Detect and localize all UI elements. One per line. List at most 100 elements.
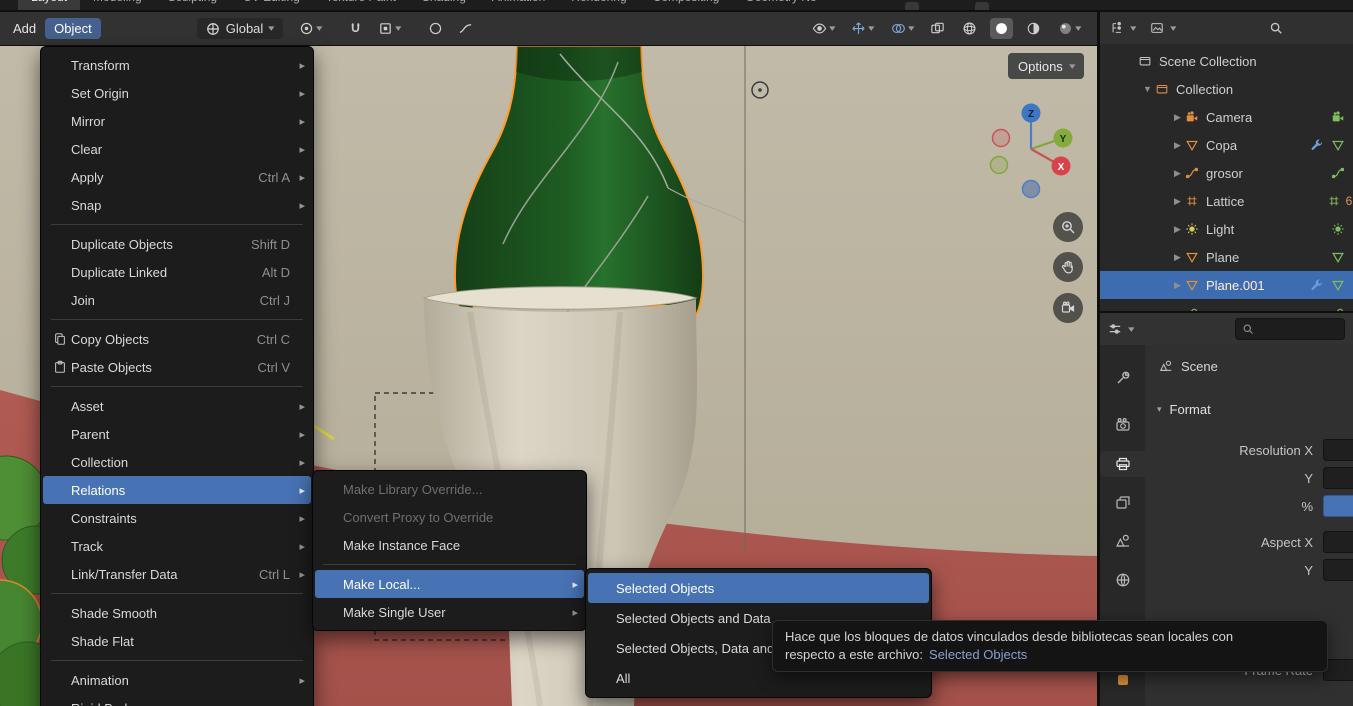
workspace-tab-shading[interactable]: Shading: [409, 0, 479, 10]
menu-item-make-single-user[interactable]: Make Single User ▸: [313, 598, 586, 626]
disclosure-right-icon[interactable]: ▶: [1170, 196, 1185, 207]
workspace-tab-modeling[interactable]: Modeling: [80, 0, 155, 10]
properties-tab-tool[interactable]: [1100, 365, 1145, 391]
lattice-icon[interactable]: [1327, 194, 1341, 208]
outliner-row-collection[interactable]: ▼ Collection: [1100, 75, 1353, 103]
magnet-button[interactable]: [344, 18, 367, 39]
object-menu-button[interactable]: Object: [45, 18, 101, 39]
menu-item-relations[interactable]: Relations ▸: [43, 476, 311, 504]
value-field[interactable]: [1323, 495, 1353, 517]
disclosure-right-icon[interactable]: ▶: [1170, 140, 1185, 151]
value-field[interactable]: [1323, 439, 1353, 461]
mesh-icon[interactable]: [1331, 278, 1345, 292]
menu-item-duplicate-linked[interactable]: Duplicate Linked Alt D: [41, 258, 313, 286]
workspace-tab-compositing[interactable]: Compositing: [640, 0, 733, 10]
value-field[interactable]: [1323, 531, 1353, 553]
axis-minus-x[interactable]: [991, 128, 1011, 148]
menu-item-mirror[interactable]: Mirror ▸: [41, 107, 313, 135]
menu-item-shade-smooth[interactable]: Shade Smooth: [41, 599, 313, 627]
workspace-tab-texture-paint[interactable]: Texture Paint: [313, 0, 409, 10]
workspace-tab-layout[interactable]: Layout: [18, 0, 81, 10]
outliner-row-lattice[interactable]: ▶ Lattice 62: [1100, 187, 1353, 215]
outliner-row-plane[interactable]: ▶ Plane: [1100, 243, 1353, 271]
properties-tab-world[interactable]: [1100, 567, 1145, 593]
menu-item-join[interactable]: Join Ctrl J: [41, 286, 313, 314]
disclosure-right-icon[interactable]: ▶: [1170, 168, 1185, 179]
menu-item-constraints[interactable]: Constraints ▸: [41, 504, 313, 532]
workspace-tab-sculpting[interactable]: Sculpting: [155, 0, 230, 10]
sphere-material-button[interactable]: [1022, 18, 1045, 39]
properties-search-input[interactable]: [1235, 318, 1345, 340]
menu-item-animation[interactable]: Animation ▸: [41, 666, 313, 694]
menu-item-apply[interactable]: Apply Ctrl A ▸: [41, 163, 313, 191]
value-field[interactable]: [1323, 467, 1353, 489]
outliner-row-copa[interactable]: ▶ Copa: [1100, 131, 1353, 159]
search-icon[interactable]: [1269, 21, 1283, 35]
camera-obj-icon[interactable]: [1331, 110, 1345, 124]
wrench-icon[interactable]: [1310, 138, 1324, 152]
menu-item-duplicate-objects[interactable]: Duplicate Objects Shift D: [41, 230, 313, 258]
menu-item-selected-objects[interactable]: Selected Objects: [588, 573, 929, 603]
menu-item-transform[interactable]: Transform ▸: [41, 51, 313, 79]
camera-view-button[interactable]: [1053, 293, 1083, 323]
menu-item-rigid-body[interactable]: Rigid Body ▸: [41, 694, 313, 706]
xray-button[interactable]: [926, 18, 949, 39]
axis-minus-z[interactable]: [1021, 179, 1041, 199]
outliner-row-scene-collection[interactable]: Scene Collection: [1100, 47, 1353, 75]
disclosure-right-icon[interactable]: ▶: [1170, 112, 1185, 123]
menu-item-shade-flat[interactable]: Shade Flat: [41, 627, 313, 655]
topbar-scene-icon[interactable]: [905, 2, 919, 10]
pan-button[interactable]: [1053, 252, 1083, 282]
properties-tab-render-cam[interactable]: [1100, 413, 1145, 439]
light-icon[interactable]: [1331, 222, 1345, 236]
transform-orientation-dropdown[interactable]: Global ▾: [196, 18, 283, 39]
link-icon[interactable]: [1331, 306, 1345, 311]
properties-tab-printer[interactable]: [1100, 451, 1145, 477]
prop-circle-button[interactable]: [424, 18, 447, 39]
axis-minus-y[interactable]: [989, 155, 1009, 175]
workspace-tab-geometry-no[interactable]: Geometry No: [732, 0, 829, 10]
disclosure-right-icon[interactable]: ▶: [1170, 252, 1185, 263]
menu-item-make-local[interactable]: Make Local... ▸: [315, 570, 584, 598]
outliner-row-partial[interactable]: [1100, 299, 1353, 311]
navigation-gizmo[interactable]: Z Y X: [977, 92, 1087, 204]
properties-tab-scene[interactable]: [1100, 528, 1145, 554]
format-section-header[interactable]: ▾ Format: [1145, 395, 1353, 423]
properties-editor-type-dropdown[interactable]: ▾: [1108, 322, 1134, 336]
workspace-tab-uv-editing[interactable]: UV Editing: [230, 0, 313, 10]
menu-item-clear[interactable]: Clear ▸: [41, 135, 313, 163]
workspace-tab-rendering[interactable]: Rendering: [558, 0, 639, 10]
menu-item-collection[interactable]: Collection ▸: [41, 448, 313, 476]
menu-item-track[interactable]: Track ▸: [41, 532, 313, 560]
menu-item-asset[interactable]: Asset ▸: [41, 392, 313, 420]
disclosure-right-icon[interactable]: ▶: [1170, 224, 1185, 235]
disclosure-right-icon[interactable]: ▶: [1170, 280, 1185, 291]
menu-item-parent[interactable]: Parent ▸: [41, 420, 313, 448]
mesh-icon[interactable]: [1331, 250, 1345, 264]
falloff-button[interactable]: [454, 18, 477, 39]
add-menu-button[interactable]: Add: [4, 18, 45, 39]
gizmo-arrows-button[interactable]: ▾: [847, 18, 878, 39]
properties-tab-viewlayer[interactable]: [1100, 490, 1145, 516]
wrench-icon[interactable]: [1310, 278, 1324, 292]
menu-item-set-origin[interactable]: Set Origin ▸: [41, 79, 313, 107]
outliner-row-camera[interactable]: ▶ Camera: [1100, 103, 1353, 131]
zoom-button[interactable]: [1053, 212, 1083, 242]
eye-button[interactable]: ▾: [808, 18, 839, 39]
options-button[interactable]: Options ▾: [1008, 53, 1085, 79]
menu-item-paste-objects[interactable]: Paste Objects Ctrl V: [41, 353, 313, 381]
topbar-viewlayer-icon[interactable]: [975, 2, 989, 10]
outliner-row-plane-001[interactable]: ▶ Plane.001: [1100, 271, 1353, 299]
pivot-button[interactable]: ▾: [295, 18, 326, 39]
outliner-editor-type-dropdown[interactable]: ▾: [1110, 21, 1136, 35]
sphere-rendered-button[interactable]: ▾: [1054, 18, 1085, 39]
sphere-wire-button[interactable]: [958, 18, 981, 39]
overlays-button[interactable]: ▾: [887, 18, 918, 39]
menu-item-make-instance-face[interactable]: Make Instance Face: [313, 531, 586, 559]
disclosure-down-icon[interactable]: ▼: [1140, 84, 1155, 94]
menu-item-copy-objects[interactable]: Copy Objects Ctrl C: [41, 325, 313, 353]
mesh-icon[interactable]: [1331, 138, 1345, 152]
value-field[interactable]: [1323, 559, 1353, 581]
menu-item-snap[interactable]: Snap ▸: [41, 191, 313, 219]
menu-item-link-transfer-data[interactable]: Link/Transfer Data Ctrl L ▸: [41, 560, 313, 588]
